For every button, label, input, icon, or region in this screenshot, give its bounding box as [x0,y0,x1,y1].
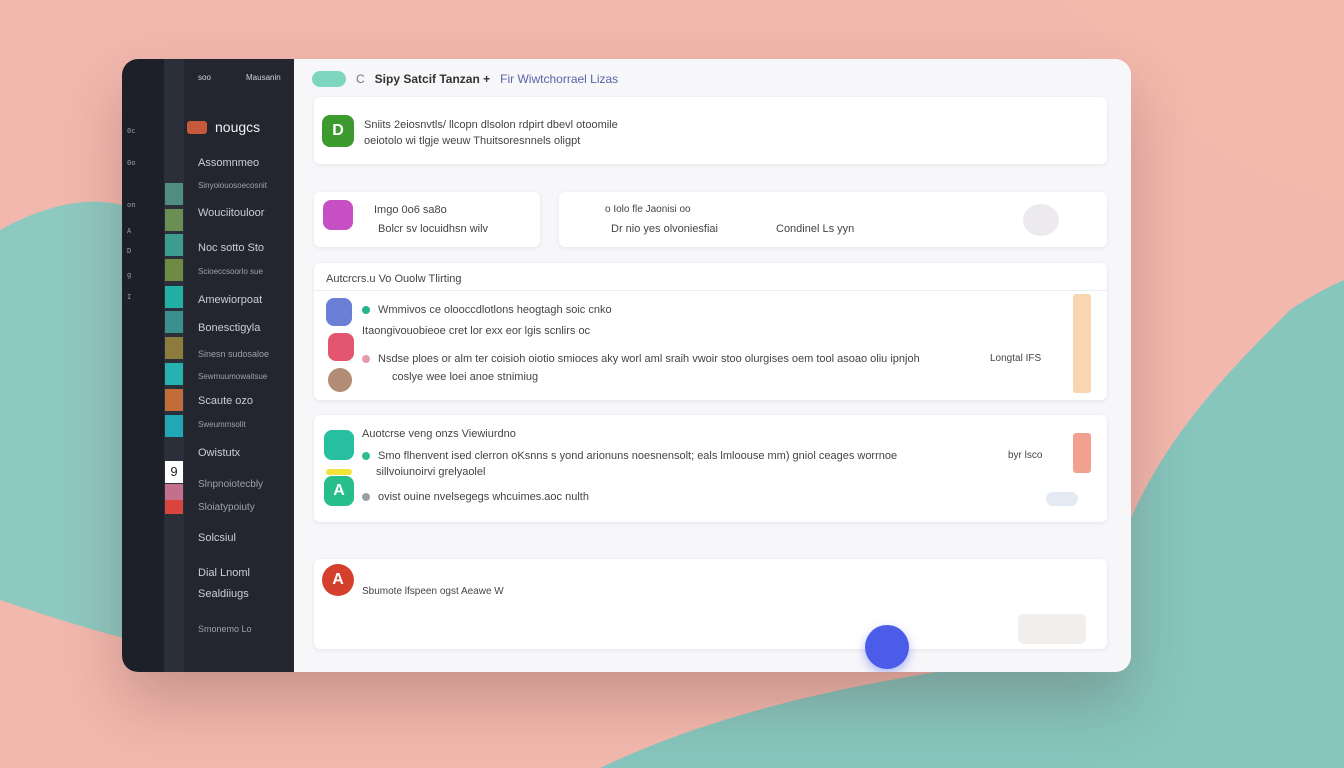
sidebar-item[interactable]: Bonesctigyla [198,322,260,334]
rail-item[interactable]: A [127,227,131,235]
tag-icon [326,469,352,475]
card-line: Dr nio yes olvoniesfiai [611,223,718,235]
card-summary[interactable]: D Sniits 2eiosnvtls/ llcopn dlsolon rdpi… [314,97,1107,164]
app-icon: D [322,115,354,147]
sidebar-item[interactable]: Sloiatypoiuty [198,502,255,513]
back-button[interactable]: C [356,72,365,86]
status-dot [362,493,370,502]
sidebar-header-right: Mausanin [246,73,281,82]
status-dot [362,306,370,315]
top-bar: C Sipy Satcif Tanzan + Fir Wiwtchorrael … [312,71,618,87]
sidebar-item[interactable]: Wouciitouloor [198,207,264,219]
card-heading: Autcrcrs.u Vo Ouolw Tlirting [326,273,462,285]
strip-swatch[interactable] [165,389,183,411]
app-window: 0c 0o on A D g I 9 soo Mausanin nougcs A… [122,59,1131,672]
card-line: Sniits 2eiosnvtls/ llcopn dlsolon rdpirt… [364,119,618,131]
arrow-icon: A [324,476,354,506]
list-item[interactable]: sillvoiunoirvi grelyaolel [376,466,485,478]
icon-rail: 0c 0o on A D g I [122,59,164,672]
sidebar: soo Mausanin nougcs Assomnmeo Sinyoiouos… [184,59,294,672]
list-item[interactable]: Nsdse ploes or alm ter coisioh oiotio sm… [362,353,920,365]
sidebar-item[interactable]: Assomnmeo [198,157,259,169]
sidebar-item[interactable]: Dial Lnoml [198,567,250,579]
sidebar-footer[interactable]: Smonemo Lo [198,624,252,634]
status-dot [362,452,370,461]
card-line: Imgo 0o6 sa8o [374,204,447,216]
heart-icon [328,333,354,361]
sidebar-item[interactable]: Sinesn sudosaloe [198,349,269,359]
status-dot [362,355,370,364]
sidebar-header-left: soo [198,73,211,82]
sidebar-item[interactable]: Sweummsolit [198,420,246,429]
sidebar-item[interactable]: Solcsiul [198,532,236,544]
rail-item[interactable]: D [127,247,131,255]
strip-swatch[interactable] [165,234,183,256]
card-list[interactable]: Autcrcrs.u Vo Ouolw Tlirting Wmmivos ce … [314,263,1107,400]
progress-bar [1073,433,1091,473]
strip-badge[interactable]: 9 [165,461,183,483]
card-link[interactable]: Condinel Ls yyn [776,223,854,235]
row-meta: byr lsco [1008,450,1043,461]
toggle-switch[interactable] [1046,492,1078,506]
color-strip: 9 [164,59,184,672]
book-icon [326,298,352,326]
card-footer[interactable]: A Sbumote lfspeen ogst Aeawe W [314,559,1107,649]
card-line: o Iolo fle Jaonisi oo [605,204,691,215]
strip-swatch[interactable] [165,311,183,333]
floating-action-button[interactable] [865,625,909,669]
rail-item[interactable]: on [127,201,135,209]
strip-swatch[interactable] [165,500,183,514]
strip-swatch[interactable] [165,259,183,281]
brand-logo [187,120,207,134]
sidebar-item[interactable]: Sinyoiouosoecosnit [198,181,267,190]
app-icon: A [322,564,354,596]
rail-item[interactable]: I [127,293,131,301]
main-content: C Sipy Satcif Tanzan + Fir Wiwtchorrael … [294,59,1131,672]
strip-swatch[interactable] [165,415,183,437]
row-meta: Longtal IFS [990,353,1042,364]
card-small[interactable]: Imgo 0o6 sa8o Bolcr sv locuidhsn wilv [314,192,540,247]
page-subtitle[interactable]: Fir Wiwtchorrael Lizas [500,72,618,86]
list-item[interactable]: Smo flhenvent ised clerron oKsnns s yond… [362,450,897,462]
avatar[interactable] [1023,204,1059,236]
strip-swatch[interactable] [165,183,183,205]
card-wide[interactable]: o Iolo fle Jaonisi oo Dr nio yes olvonie… [559,192,1107,247]
status-toggle[interactable] [312,71,346,87]
preview-thumbnail[interactable] [1018,614,1086,644]
divider [314,290,1107,291]
strip-swatch[interactable] [165,209,183,231]
list-item[interactable]: ovist ouine nvelsegegs whcuimes.aoc nult… [362,491,589,503]
rail-item[interactable]: g [127,271,131,279]
card-activity[interactable]: A Auotcrse veng onzs Viewiurdno Smo flhe… [314,415,1107,522]
card-line: oeiotolo wi tlgje weuw Thuitsoresnnels o… [364,135,581,147]
sidebar-item[interactable]: Slnpnoiotecbly [198,479,263,490]
rail-item[interactable]: 0o [127,159,135,167]
app-icon [324,430,354,460]
list-item[interactable]: Wmmivos ce olooccdlotlons heogtagh soic … [362,304,612,316]
sidebar-item[interactable]: Sewmuumowaitsue [198,372,267,381]
list-item[interactable]: Itaongivouobieoe cret lor exx eor lgis s… [362,325,590,337]
progress-bar [1073,294,1091,393]
list-item[interactable]: coslye wee loei anoe stnimiug [392,371,538,383]
sidebar-item[interactable]: Amewiorpoat [198,294,262,306]
sidebar-item[interactable]: Scioeccsoorlo sue [198,267,263,276]
sidebar-item[interactable]: Noc sotto Sto [198,242,264,254]
card-line: Bolcr sv locuidhsn wilv [378,223,489,235]
sidebar-item[interactable]: Sealdiiugs [198,588,249,600]
rail-item[interactable]: 0c [127,127,135,135]
strip-swatch[interactable] [165,363,183,385]
sidebar-brand[interactable]: nougcs [187,119,260,135]
sidebar-item[interactable]: Scaute ozo [198,395,253,407]
page-title: Sipy Satcif Tanzan + [374,72,491,86]
card-line: Sbumote lfspeen ogst Aeawe W [362,586,504,597]
face-icon [328,368,352,392]
brand-name: nougcs [215,119,261,135]
strip-swatch[interactable] [165,286,183,308]
sidebar-item[interactable]: Owistutx [198,447,240,459]
strip-swatch[interactable] [165,337,183,359]
image-icon [323,200,353,230]
card-heading: Auotcrse veng onzs Viewiurdno [362,428,516,440]
